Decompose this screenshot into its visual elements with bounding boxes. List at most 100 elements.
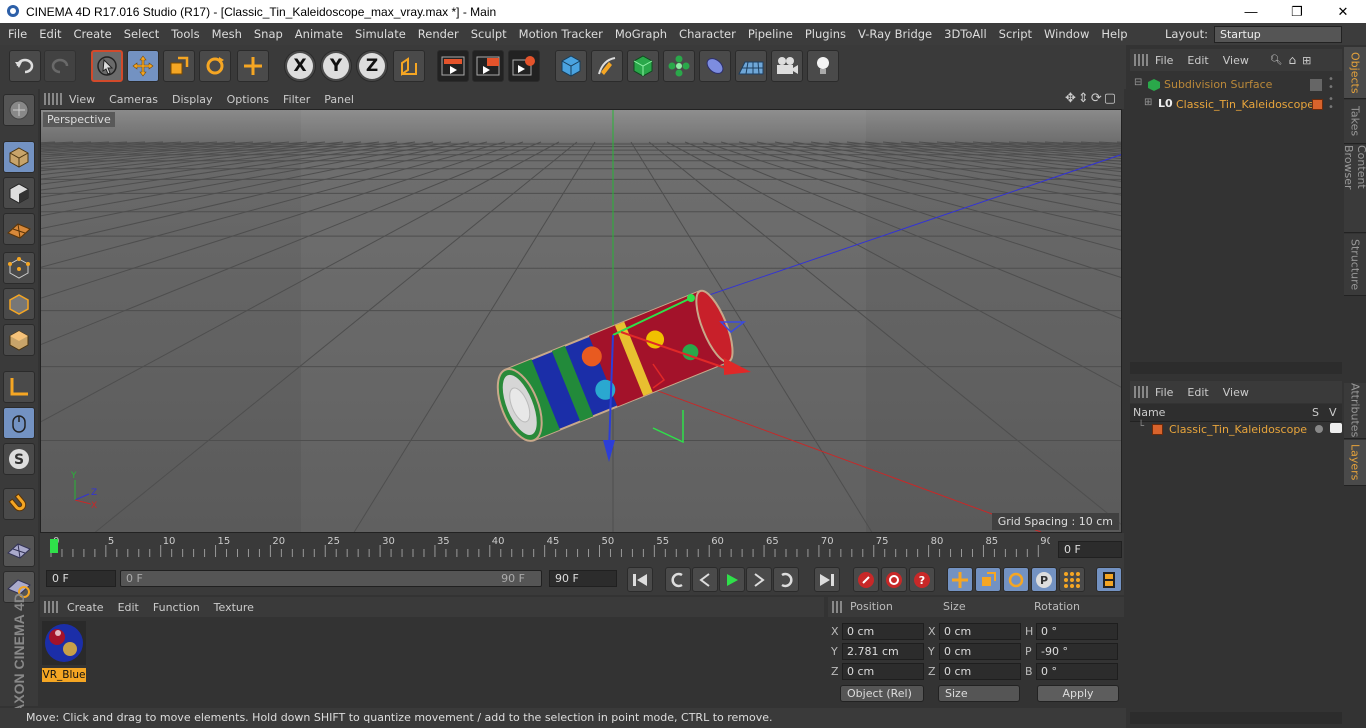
tab-content-browser[interactable]: Content Browser (1342, 145, 1366, 233)
layer-scrollbar[interactable] (1130, 712, 1342, 724)
object-menu-view[interactable]: View (1216, 54, 1256, 67)
render-settings-icon[interactable] (508, 50, 540, 82)
axis-z-button[interactable]: Z (356, 50, 388, 82)
play-icon[interactable] (719, 567, 745, 592)
menu-snap[interactable]: Snap (248, 27, 289, 41)
viewport-menu-filter[interactable]: Filter (276, 93, 317, 106)
previous-key-icon[interactable] (665, 567, 691, 592)
object-new-view-icon[interactable]: ⊞ (1302, 54, 1311, 67)
layer-col-name[interactable]: Name (1133, 406, 1165, 419)
menu-mesh[interactable]: Mesh (206, 27, 248, 41)
object-home-icon[interactable]: ⌂ (1289, 53, 1297, 67)
size-z-field[interactable]: 0 cm (939, 663, 1021, 680)
solo-mode-icon[interactable]: S (3, 443, 35, 475)
camera-label[interactable]: Perspective (43, 112, 115, 127)
layer-row[interactable]: └ Classic_Tin_Kaleidoscope (1130, 421, 1342, 439)
material-menu-texture[interactable]: Texture (207, 601, 261, 614)
workplane-lock-icon[interactable] (3, 535, 35, 567)
object-scrollbar[interactable] (1130, 362, 1342, 374)
menu-vray-bridge[interactable]: V-Ray Bridge (852, 27, 938, 41)
deformer-icon[interactable] (699, 50, 731, 82)
menu-pipeline[interactable]: Pipeline (742, 27, 799, 41)
menu-simulate[interactable]: Simulate (349, 27, 412, 41)
pos-x-field[interactable]: 0 cm (842, 623, 924, 640)
next-key-icon[interactable] (773, 567, 799, 592)
object-row-subdivision[interactable]: ⊟ Subdivision Surface • • (1130, 75, 1342, 94)
size-x-field[interactable]: 0 cm (939, 623, 1021, 640)
texture-mode-icon[interactable] (3, 177, 35, 209)
key-rotation-icon[interactable] (1003, 567, 1029, 592)
model-mode-icon[interactable] (3, 141, 35, 173)
menu-create[interactable]: Create (68, 27, 118, 41)
go-to-end-icon[interactable] (814, 567, 840, 592)
layer-visible-eye-icon[interactable] (1330, 423, 1342, 433)
make-editable-icon[interactable] (3, 94, 35, 126)
key-pla-icon[interactable] (1059, 567, 1085, 592)
last-tool-icon[interactable] (237, 50, 269, 82)
undo-icon[interactable] (9, 50, 41, 82)
key-parameter-icon[interactable]: P (1031, 567, 1057, 592)
render-picture-viewer-icon[interactable] (472, 50, 504, 82)
apply-button[interactable]: Apply (1037, 685, 1119, 702)
layer-menu-view[interactable]: View (1216, 386, 1256, 399)
subdivision-icon[interactable] (627, 50, 659, 82)
tab-takes[interactable]: Takes (1344, 100, 1366, 144)
pen-icon[interactable] (591, 50, 623, 82)
timeline-window-icon[interactable] (1096, 567, 1122, 592)
viewport-nav-icons[interactable]: ✥⇕⟳▢ (1065, 91, 1118, 106)
layer-col-visible[interactable]: V (1329, 406, 1337, 419)
close-button[interactable]: ✕ (1320, 0, 1366, 23)
material-swatch[interactable]: VR_Blue (42, 621, 86, 682)
visibility-dots-icon[interactable]: • • (1328, 75, 1334, 93)
auto-keying-icon[interactable] (881, 567, 907, 592)
rot-b-field[interactable]: 0 ° (1036, 663, 1118, 680)
viewport-menu-panel[interactable]: Panel (317, 93, 361, 106)
points-mode-icon[interactable] (3, 252, 35, 284)
previous-frame-icon[interactable] (692, 567, 718, 592)
next-frame-icon[interactable] (746, 567, 772, 592)
object-row-kaleidoscope[interactable]: ⊞ L0 Classic_Tin_Kaleidoscope • • (1130, 95, 1342, 114)
playhead[interactable] (50, 539, 58, 553)
viewport-menu-options[interactable]: Options (220, 93, 276, 106)
tab-layers[interactable]: Layers (1344, 440, 1366, 486)
coordinate-system-icon[interactable] (393, 50, 425, 82)
tab-attributes[interactable]: Attributes (1344, 383, 1366, 439)
object-menu-file[interactable]: File (1148, 54, 1180, 67)
layer-menu-edit[interactable]: Edit (1180, 386, 1215, 399)
menu-animate[interactable]: Animate (289, 27, 349, 41)
object-flag-icon[interactable] (1310, 79, 1322, 91)
edges-mode-icon[interactable] (3, 288, 35, 320)
axis-y-button[interactable]: Y (320, 50, 352, 82)
menu-mograph[interactable]: MoGraph (609, 27, 673, 41)
menu-tools[interactable]: Tools (165, 27, 205, 41)
render-view-icon[interactable] (437, 50, 469, 82)
key-scale-icon[interactable] (975, 567, 1001, 592)
enable-axis-icon[interactable] (3, 371, 35, 403)
expand-icon[interactable]: ⊞ (1144, 97, 1152, 108)
axis-x-button[interactable]: X (284, 50, 316, 82)
material-menu-edit[interactable]: Edit (111, 601, 146, 614)
rotate-icon[interactable] (199, 50, 231, 82)
perspective-viewport[interactable]: Y Z X Perspective Grid Spacing : 10 cm (40, 109, 1122, 533)
layer-col-solo[interactable]: S (1312, 406, 1319, 419)
select-icon[interactable] (91, 50, 123, 82)
layer-solo-toggle[interactable] (1315, 425, 1323, 433)
pos-z-field[interactable]: 0 cm (842, 663, 924, 680)
menu-sculpt[interactable]: Sculpt (465, 27, 513, 41)
coordinate-mode-dropdown[interactable]: Object (Rel) (840, 685, 924, 702)
camera-icon[interactable] (771, 50, 803, 82)
light-icon[interactable] (807, 50, 839, 82)
menu-3dtoall[interactable]: 3DToAll (938, 27, 993, 41)
key-position-icon[interactable] (947, 567, 973, 592)
record-keys-icon[interactable] (853, 567, 879, 592)
size-mode-dropdown[interactable]: Size (938, 685, 1020, 702)
menu-script[interactable]: Script (993, 27, 1038, 41)
pos-y-field[interactable]: 2.781 cm (842, 643, 924, 660)
tab-objects[interactable]: Objects (1344, 47, 1366, 99)
size-y-field[interactable]: 0 cm (939, 643, 1021, 660)
snap-magnet-icon[interactable] (3, 488, 35, 520)
viewport-menu-view[interactable]: View (62, 93, 102, 106)
floor-icon[interactable] (735, 50, 767, 82)
start-frame-field[interactable]: 0 F (46, 570, 116, 587)
layout-dropdown[interactable]: Startup (1213, 25, 1342, 43)
